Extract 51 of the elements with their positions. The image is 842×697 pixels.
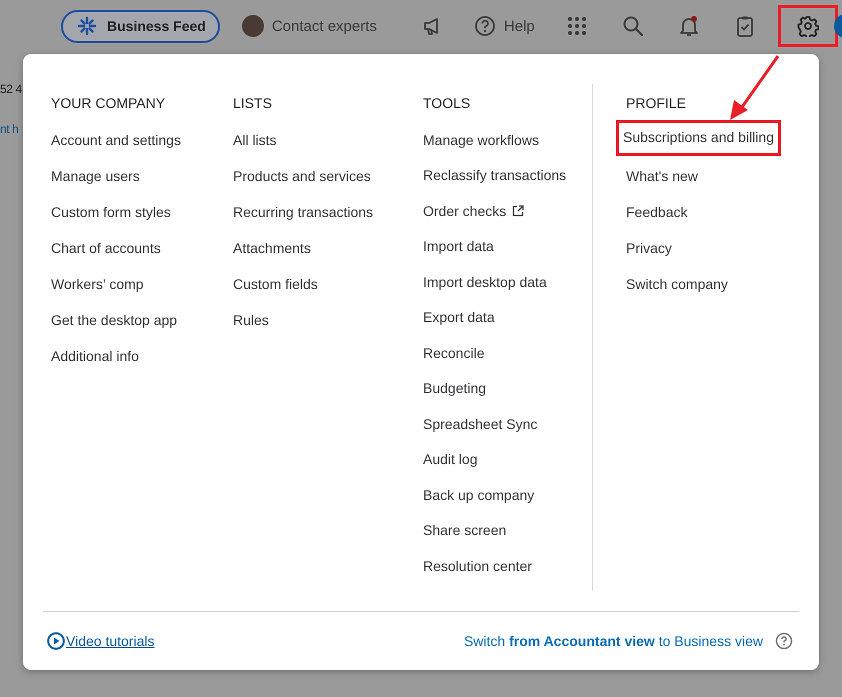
contact-experts-button[interactable]: Contact experts	[242, 15, 377, 37]
menu-item[interactable]: Resolution center	[420, 552, 535, 588]
column-heading: TOOLS	[423, 94, 470, 112]
column-heading: LISTS	[233, 94, 272, 112]
menu-item[interactable]: Attachments	[230, 235, 314, 271]
video-tutorials-link[interactable]: Video tutorials	[47, 632, 154, 650]
menu-item[interactable]: Get the desktop app	[48, 307, 180, 343]
column-heading: PROFILE	[626, 94, 686, 112]
menu-item[interactable]: Export data	[420, 304, 498, 340]
help-icon[interactable]	[775, 632, 793, 650]
menu-item[interactable]: Share screen	[420, 517, 510, 553]
page-text: 52 4	[0, 82, 22, 96]
avatar-icon	[242, 15, 264, 37]
search-icon	[622, 15, 644, 37]
menu-item[interactable]: Account and settings	[48, 127, 184, 163]
menu-item[interactable]: Audit log	[420, 446, 480, 482]
menu-item[interactable]: Budgeting	[420, 375, 490, 411]
menu-item[interactable]: Reconcile	[420, 340, 488, 376]
sparkle-icon	[77, 16, 97, 36]
menu-item[interactable]: Manage workflows	[420, 127, 542, 162]
external-link-icon	[512, 204, 524, 217]
menu-item[interactable]: Reclassify transactions	[420, 162, 570, 198]
menu-item[interactable]: What's new	[623, 163, 701, 199]
menu-item[interactable]: Order checks	[420, 198, 528, 234]
switch-view-link[interactable]: Switch from Accountant view to Business view	[464, 633, 763, 649]
menu-item[interactable]: Products and services	[230, 163, 374, 199]
menu-item[interactable]: Recurring transactions	[230, 199, 376, 235]
menu-item[interactable]: All lists	[230, 127, 280, 163]
menu-item[interactable]: Privacy	[623, 235, 675, 271]
settings-icon	[796, 15, 819, 37]
menu-item[interactable]: Switch company	[623, 271, 731, 307]
help-icon	[474, 15, 496, 37]
menu-item[interactable]: Feedback	[623, 199, 690, 235]
apps-icon	[566, 15, 588, 37]
column-heading: YOUR COMPANY	[51, 94, 166, 112]
play-icon	[47, 632, 65, 650]
bell-icon	[678, 15, 700, 37]
menu-item[interactable]: Import data	[420, 233, 497, 269]
business-feed-button[interactable]: Business Feed	[61, 10, 220, 42]
menu-item[interactable]: Manage users	[48, 163, 143, 199]
menu-item[interactable]: Additional info	[48, 343, 142, 379]
menu-item[interactable]: Custom form styles	[48, 199, 174, 235]
menu-item[interactable]: Spreadsheet Sync	[420, 410, 540, 446]
menu-item[interactable]: Subscriptions and billing	[616, 120, 781, 156]
menu-item[interactable]: Custom fields	[230, 271, 321, 307]
menu-item[interactable]: Workers’ comp	[48, 271, 147, 307]
menu-item[interactable]: Chart of accounts	[48, 235, 164, 271]
menu-item[interactable]: Rules	[230, 307, 272, 343]
menu-item[interactable]: Import desktop data	[420, 268, 550, 304]
menu-item[interactable]: Back up company	[420, 482, 538, 518]
help-button[interactable]: Help	[464, 5, 544, 47]
